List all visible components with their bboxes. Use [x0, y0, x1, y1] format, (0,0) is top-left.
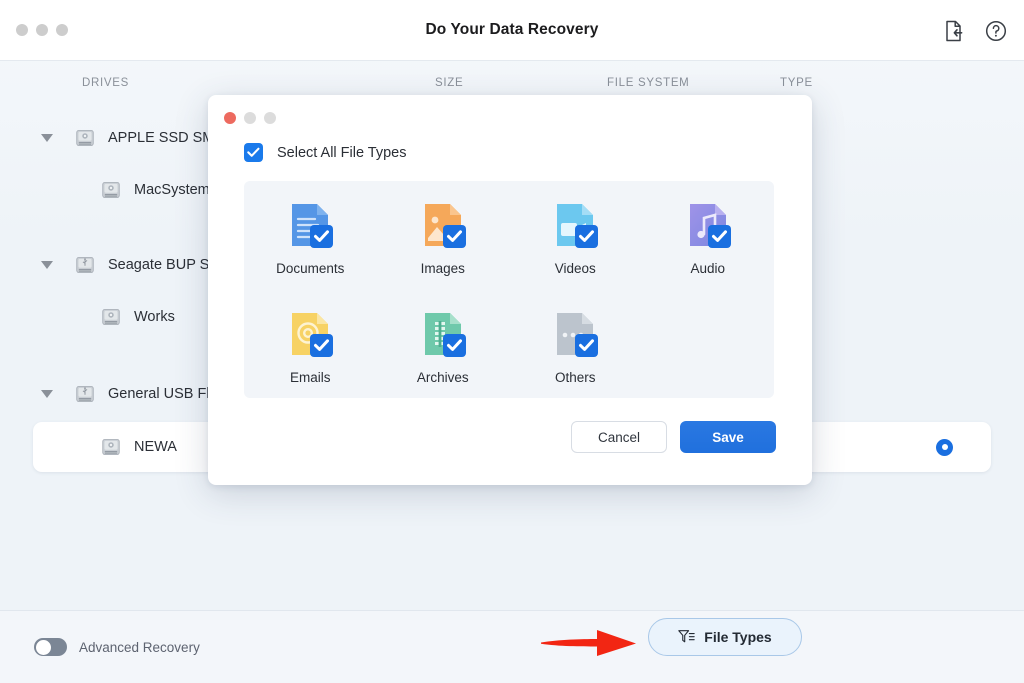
- file-type-emails[interactable]: Emails: [244, 290, 377, 399]
- file-type-images[interactable]: Images: [377, 181, 510, 290]
- select-all-file-types-checkbox[interactable]: Select All File Types: [244, 143, 407, 162]
- other-file-icon: [557, 312, 599, 357]
- file-type-label: Emails: [289, 369, 331, 385]
- file-type-label: Archives: [416, 369, 469, 385]
- app-window: Do Your Data Recovery DRIVES SIZE FILE S…: [0, 0, 1024, 683]
- video-file-icon: [557, 204, 599, 249]
- check-icon: [247, 147, 260, 157]
- checkbox-checked-icon[interactable]: [244, 143, 263, 162]
- dialog-traffic-lights[interactable]: [224, 112, 276, 124]
- save-button[interactable]: Save: [680, 421, 776, 453]
- file-type-label: Audio: [690, 261, 726, 277]
- file-type-label: Others: [554, 369, 596, 385]
- file-type-label: Images: [420, 261, 465, 277]
- file-types-panel: Documents Images Videos Audio Emails Arc…: [244, 181, 774, 398]
- dialog-maximize-button[interactable]: [264, 112, 276, 124]
- audio-file-icon: [689, 204, 731, 249]
- file-type-others[interactable]: Others: [509, 290, 642, 399]
- file-type-label: Documents: [276, 261, 345, 277]
- file-types-grid: Documents Images Videos Audio Emails Arc…: [244, 181, 774, 398]
- email-file-icon: [292, 312, 334, 357]
- file-type-label: Videos: [554, 261, 596, 277]
- file-types-grid-empty-cell: [642, 290, 775, 399]
- select-all-label: Select All File Types: [277, 144, 407, 161]
- image-file-icon: [424, 204, 466, 249]
- file-types-dialog: Select All File Types Documents Images V…: [208, 95, 812, 485]
- file-type-archives[interactable]: Archives: [377, 290, 510, 399]
- archive-file-icon: [424, 312, 466, 357]
- dialog-close-button[interactable]: [224, 112, 236, 124]
- document-file-icon: [292, 204, 334, 249]
- file-type-documents[interactable]: Documents: [244, 181, 377, 290]
- dialog-minimize-button[interactable]: [244, 112, 256, 124]
- cancel-button[interactable]: Cancel: [571, 421, 667, 453]
- modal-overlay: Select All File Types Documents Images V…: [0, 0, 1024, 683]
- dialog-actions: Cancel Save: [571, 421, 776, 453]
- file-type-videos[interactable]: Videos: [509, 181, 642, 290]
- file-type-audio[interactable]: Audio: [642, 181, 775, 290]
